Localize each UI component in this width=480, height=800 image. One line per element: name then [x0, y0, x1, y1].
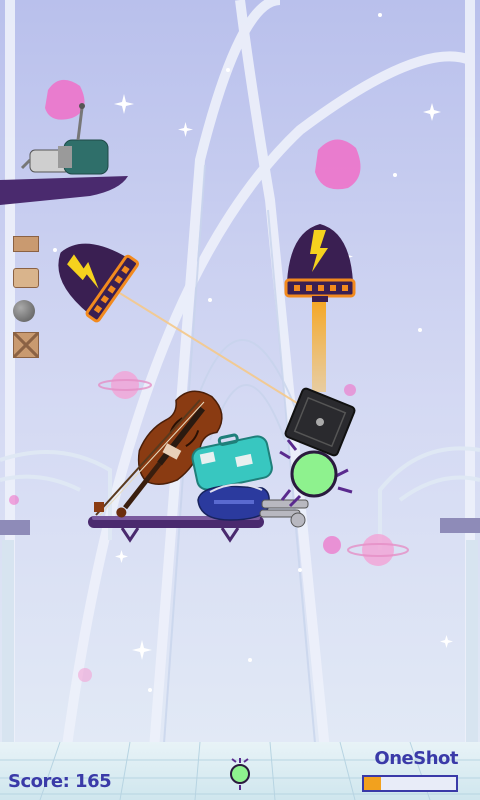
game-scene[interactable]	[0, 0, 480, 800]
wooden-crate-icon[interactable]	[13, 332, 39, 358]
cannonball-icon[interactable]	[13, 300, 39, 322]
mode-label: OneShot	[374, 748, 458, 769]
score-label: Score: 165	[8, 771, 112, 792]
pink-dot	[78, 668, 92, 682]
small-crate-icon[interactable]	[13, 236, 39, 258]
power-meter	[362, 775, 458, 792]
pink-dot	[9, 495, 19, 505]
suitcase-icon[interactable]	[13, 268, 39, 290]
power-meter-fill	[364, 777, 381, 790]
pink-dot	[344, 384, 356, 396]
blue-duffel-bag[interactable]	[197, 483, 270, 521]
inventory-panel	[13, 232, 41, 364]
rocket-flame	[312, 300, 326, 392]
right-pillar	[466, 540, 478, 760]
pink-planet-top-right	[315, 139, 361, 190]
pink-dot	[323, 536, 341, 554]
left-pillar	[2, 540, 14, 760]
